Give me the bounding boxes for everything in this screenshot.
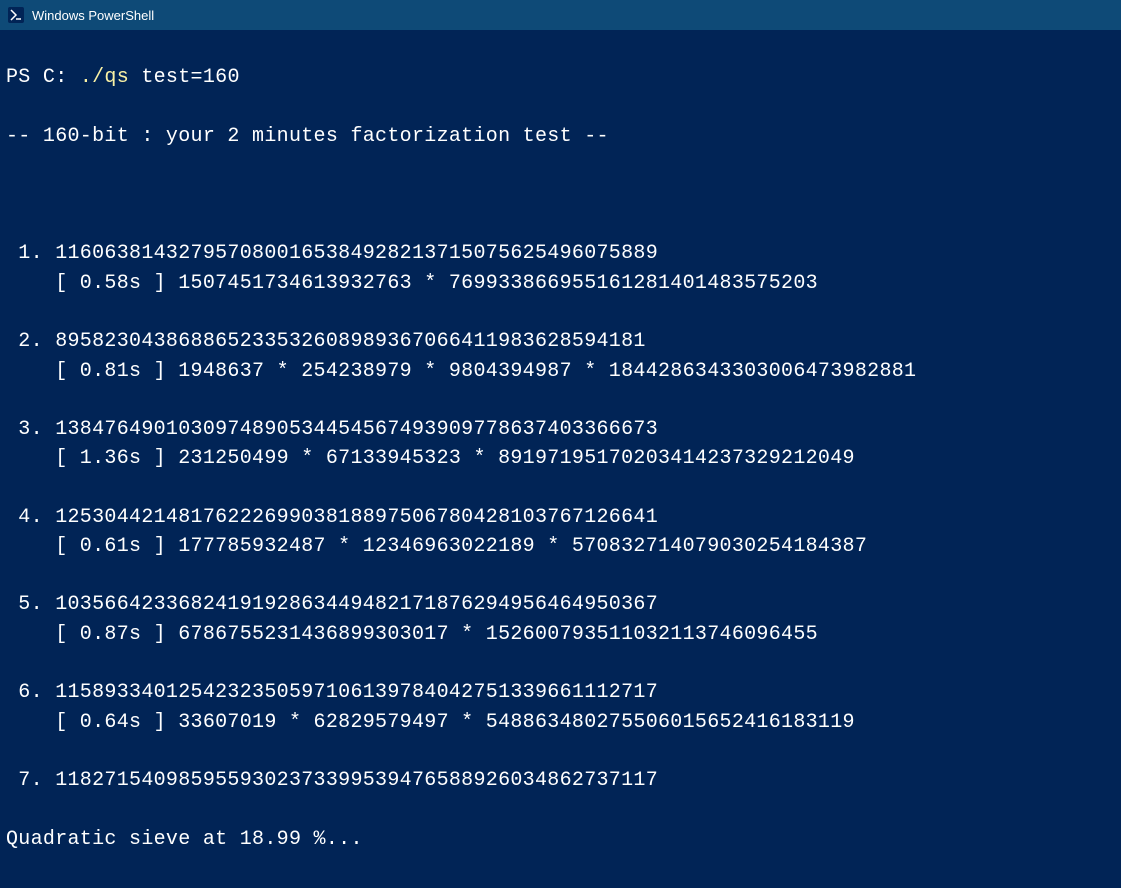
- prompt-prefix: PS C:: [6, 66, 80, 89]
- entry-number-line: 2. 8958230438688652335326089893670664119…: [6, 327, 1115, 356]
- entry-number-line: 7. 1182715409859559302373399539476588926…: [6, 766, 1115, 795]
- blank-line: [6, 181, 1115, 210]
- blank-line: [6, 386, 1115, 415]
- powershell-icon: [8, 7, 24, 23]
- window-title: Windows PowerShell: [32, 8, 154, 23]
- entry-detail-line: [ 0.61s ] 177785932487 * 12346963022189 …: [6, 532, 1115, 561]
- entry-detail-line: [ 0.87s ] 6786755231436899303017 * 15260…: [6, 620, 1115, 649]
- entry-detail-line: [ 1.36s ] 231250499 * 67133945323 * 8919…: [6, 444, 1115, 473]
- entries-list: 1. 1160638143279570800165384928213715075…: [6, 239, 1115, 795]
- terminal-output[interactable]: PS C: ./qs test=160 -- 160-bit : your 2 …: [0, 30, 1121, 888]
- entry-number-line: 3. 1384764901030974890534454567493909778…: [6, 415, 1115, 444]
- header-line: -- 160-bit : your 2 minutes factorizatio…: [6, 122, 1115, 151]
- blank-line: [6, 649, 1115, 678]
- title-bar: Windows PowerShell: [0, 0, 1121, 30]
- entry-detail-line: [ 0.81s ] 1948637 * 254238979 * 98043949…: [6, 357, 1115, 386]
- status-line: Quadratic sieve at 18.99 %...: [6, 825, 1115, 854]
- entry-number-line: 6. 1158933401254232350597106139784042751…: [6, 678, 1115, 707]
- blank-line: [6, 298, 1115, 327]
- prompt-command: ./qs: [80, 66, 129, 89]
- entry-number-line: 1. 1160638143279570800165384928213715075…: [6, 239, 1115, 268]
- blank-line: [6, 737, 1115, 766]
- entry-number-line: 5. 1035664233682419192863449482171876294…: [6, 590, 1115, 619]
- prompt-args: test=160: [129, 66, 240, 89]
- prompt-line: PS C: ./qs test=160: [6, 63, 1115, 92]
- blank-line: [6, 561, 1115, 590]
- entry-number-line: 4. 1253044214817622269903818897506780428…: [6, 503, 1115, 532]
- entry-detail-line: [ 0.58s ] 1507451734613932763 * 76993386…: [6, 269, 1115, 298]
- entry-detail-line: [ 0.64s ] 33607019 * 62829579497 * 54886…: [6, 708, 1115, 737]
- blank-line: [6, 474, 1115, 503]
